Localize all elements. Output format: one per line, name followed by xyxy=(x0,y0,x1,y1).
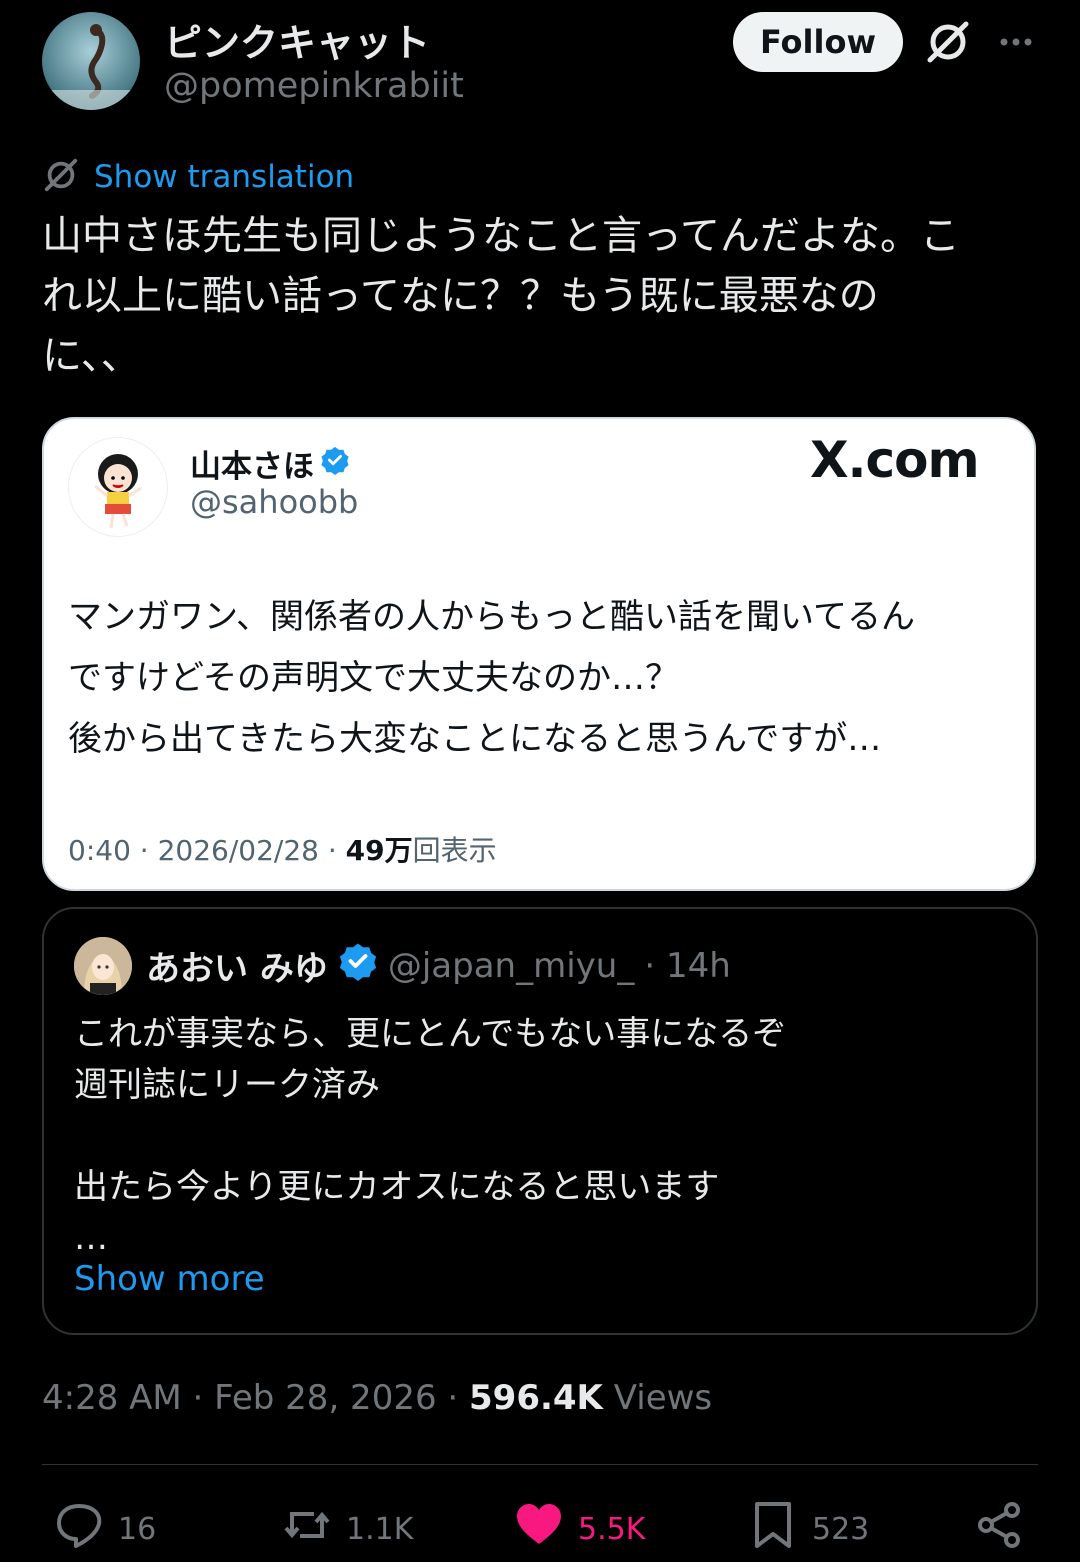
image-author-handle: @sahoobb xyxy=(190,483,359,521)
quote-header: あおい みゆ @japan_miyu_ · 14h xyxy=(146,941,731,990)
image-meta-time: 0:40 · 2026/02/28 · xyxy=(68,834,346,867)
reply-count: 16 xyxy=(118,1511,157,1547)
post-meta: 4:28 AM · Feb 28, 2026 · 596.4K Views xyxy=(42,1378,712,1418)
image-author-avatar xyxy=(68,437,168,537)
post-views-count: 596.4K xyxy=(469,1378,603,1418)
show-translation-link[interactable]: Show translation xyxy=(42,156,354,198)
share-icon xyxy=(974,1500,1024,1558)
show-more-link[interactable]: Show more xyxy=(74,1259,265,1299)
image-meta-views-label: 回表示 xyxy=(412,834,497,867)
verified-badge-icon xyxy=(338,941,378,990)
heart-icon xyxy=(514,1500,564,1558)
image-tweet-text: マンガワン、関係者の人からもっと酷い話を聞いてるん ですけどその声明文で大丈夫な… xyxy=(68,597,915,759)
bookmark-button[interactable]: 523 xyxy=(748,1500,869,1558)
reply-icon xyxy=(54,1500,104,1558)
quote-timestamp: · 14h xyxy=(644,945,731,986)
like-count: 5.5K xyxy=(578,1511,646,1547)
quote-author-name: あおい みゆ xyxy=(146,949,328,989)
x-com-logo-text: X.com xyxy=(810,431,980,489)
divider xyxy=(42,1464,1038,1465)
repost-icon xyxy=(282,1500,332,1558)
follow-button[interactable]: Follow xyxy=(733,12,903,72)
grok-icon[interactable] xyxy=(924,18,972,66)
tweet-text: 山中さほ先生も同じようなこと言ってんだよな。こ れ以上に酷い話ってなに？？もう既… xyxy=(42,213,960,379)
repost-count: 1.1K xyxy=(346,1511,414,1547)
like-button[interactable]: 5.5K xyxy=(514,1500,645,1558)
author-avatar[interactable] xyxy=(42,12,140,110)
quoted-tweet[interactable]: あおい みゆ @japan_miyu_ · 14h これが事実なら、更にとんでも… xyxy=(42,907,1038,1335)
quote-author-handle: @japan_miyu_ xyxy=(387,945,635,986)
image-meta-views-number: 49万 xyxy=(345,834,413,867)
show-translation-label: Show translation xyxy=(94,159,355,195)
author-display-name[interactable]: ピンクキャット xyxy=(164,12,430,67)
bookmark-count: 523 xyxy=(812,1511,870,1547)
quote-author-avatar xyxy=(74,937,132,995)
image-tweet-meta: 0:40 · 2026/02/28 · 49万回表示 xyxy=(68,829,497,869)
post-views-label: Views xyxy=(602,1378,713,1418)
image-author-name-row: 山本さほ xyxy=(190,441,350,486)
post-timestamp[interactable]: 4:28 AM · Feb 28, 2026 · xyxy=(42,1378,469,1418)
grok-translate-icon xyxy=(42,156,80,198)
reply-button[interactable]: 16 xyxy=(54,1500,156,1558)
tweet-image[interactable]: 山本さほ @sahoobb X.com マンガワン、関係者の人からもっと酷い話を… xyxy=(42,417,1036,891)
quote-text: これが事実なら、更にとんでもない事になるぞ 週刊誌にリーク済み 出たら今より更に… xyxy=(74,1014,787,1258)
author-handle[interactable]: @pomepinkrabiit xyxy=(164,66,464,106)
verified-badge-icon xyxy=(320,445,350,483)
more-options-icon[interactable] xyxy=(996,22,1036,62)
repost-button[interactable]: 1.1K xyxy=(282,1500,413,1558)
share-button[interactable] xyxy=(974,1500,1024,1558)
bookmark-icon xyxy=(748,1500,798,1558)
image-author-name: 山本さほ xyxy=(190,449,314,485)
